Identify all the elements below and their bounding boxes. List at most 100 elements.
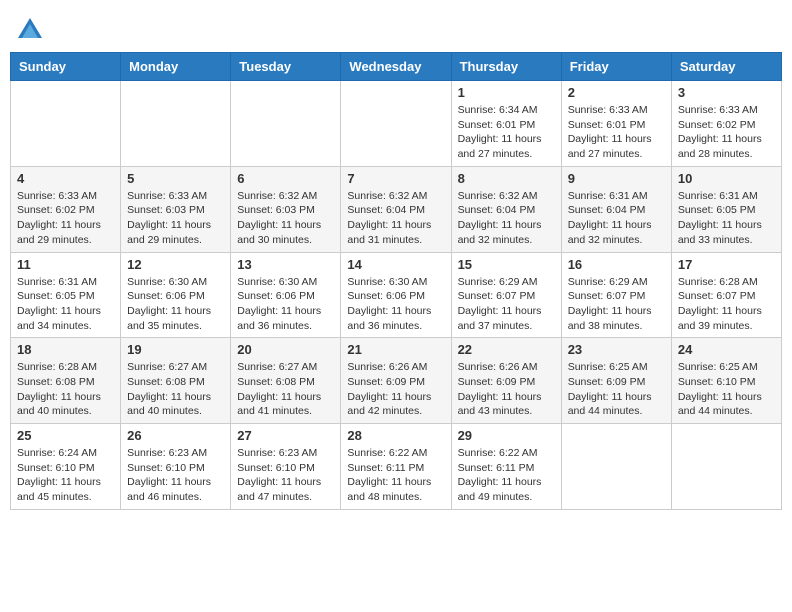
day-info: Sunrise: 6:32 AMSunset: 6:04 PMDaylight:… xyxy=(347,189,444,248)
calendar-cell: 22 Sunrise: 6:26 AMSunset: 6:09 PMDayligh… xyxy=(451,338,561,424)
calendar-cell: 9 Sunrise: 6:31 AMSunset: 6:04 PMDaylight… xyxy=(561,166,671,252)
day-number: 25 xyxy=(17,428,114,443)
calendar-cell: 24 Sunrise: 6:25 AMSunset: 6:10 PMDayligh… xyxy=(671,338,781,424)
calendar-cell: 4 Sunrise: 6:33 AMSunset: 6:02 PMDaylight… xyxy=(11,166,121,252)
day-number: 19 xyxy=(127,342,224,357)
day-number: 22 xyxy=(458,342,555,357)
day-info: Sunrise: 6:29 AMSunset: 6:07 PMDaylight:… xyxy=(568,275,665,334)
calendar-cell xyxy=(561,424,671,510)
logo xyxy=(14,16,44,44)
day-info: Sunrise: 6:28 AMSunset: 6:08 PMDaylight:… xyxy=(17,360,114,419)
day-info: Sunrise: 6:32 AMSunset: 6:04 PMDaylight:… xyxy=(458,189,555,248)
calendar-cell: 8 Sunrise: 6:32 AMSunset: 6:04 PMDaylight… xyxy=(451,166,561,252)
day-number: 14 xyxy=(347,257,444,272)
day-info: Sunrise: 6:24 AMSunset: 6:10 PMDaylight:… xyxy=(17,446,114,505)
calendar-cell: 27 Sunrise: 6:23 AMSunset: 6:10 PMDayligh… xyxy=(231,424,341,510)
day-info: Sunrise: 6:23 AMSunset: 6:10 PMDaylight:… xyxy=(237,446,334,505)
calendar-cell: 6 Sunrise: 6:32 AMSunset: 6:03 PMDaylight… xyxy=(231,166,341,252)
calendar-week-row: 11 Sunrise: 6:31 AMSunset: 6:05 PMDayligh… xyxy=(11,252,782,338)
calendar-cell xyxy=(121,81,231,167)
day-info: Sunrise: 6:33 AMSunset: 6:02 PMDaylight:… xyxy=(17,189,114,248)
day-number: 21 xyxy=(347,342,444,357)
day-info: Sunrise: 6:31 AMSunset: 6:04 PMDaylight:… xyxy=(568,189,665,248)
calendar-cell: 11 Sunrise: 6:31 AMSunset: 6:05 PMDayligh… xyxy=(11,252,121,338)
weekday-header-saturday: Saturday xyxy=(671,53,781,81)
day-info: Sunrise: 6:30 AMSunset: 6:06 PMDaylight:… xyxy=(127,275,224,334)
calendar-cell: 10 Sunrise: 6:31 AMSunset: 6:05 PMDayligh… xyxy=(671,166,781,252)
day-number: 4 xyxy=(17,171,114,186)
day-number: 5 xyxy=(127,171,224,186)
weekday-header-friday: Friday xyxy=(561,53,671,81)
weekday-header-sunday: Sunday xyxy=(11,53,121,81)
logo-icon xyxy=(16,16,44,44)
calendar-cell: 28 Sunrise: 6:22 AMSunset: 6:11 PMDayligh… xyxy=(341,424,451,510)
day-info: Sunrise: 6:30 AMSunset: 6:06 PMDaylight:… xyxy=(237,275,334,334)
calendar-cell: 18 Sunrise: 6:28 AMSunset: 6:08 PMDayligh… xyxy=(11,338,121,424)
day-info: Sunrise: 6:31 AMSunset: 6:05 PMDaylight:… xyxy=(678,189,775,248)
day-info: Sunrise: 6:32 AMSunset: 6:03 PMDaylight:… xyxy=(237,189,334,248)
day-number: 16 xyxy=(568,257,665,272)
day-number: 12 xyxy=(127,257,224,272)
calendar-cell: 20 Sunrise: 6:27 AMSunset: 6:08 PMDayligh… xyxy=(231,338,341,424)
weekday-header-monday: Monday xyxy=(121,53,231,81)
calendar-week-row: 1 Sunrise: 6:34 AMSunset: 6:01 PMDaylight… xyxy=(11,81,782,167)
calendar-week-row: 4 Sunrise: 6:33 AMSunset: 6:02 PMDaylight… xyxy=(11,166,782,252)
day-number: 26 xyxy=(127,428,224,443)
page-header xyxy=(10,10,782,44)
day-number: 29 xyxy=(458,428,555,443)
day-info: Sunrise: 6:27 AMSunset: 6:08 PMDaylight:… xyxy=(127,360,224,419)
calendar-cell xyxy=(341,81,451,167)
day-number: 24 xyxy=(678,342,775,357)
day-number: 17 xyxy=(678,257,775,272)
calendar-cell: 3 Sunrise: 6:33 AMSunset: 6:02 PMDaylight… xyxy=(671,81,781,167)
day-number: 20 xyxy=(237,342,334,357)
day-number: 9 xyxy=(568,171,665,186)
weekday-header-thursday: Thursday xyxy=(451,53,561,81)
calendar-cell: 21Sunrise: 6:26 AMSunset: 6:09 PMDayligh… xyxy=(341,338,451,424)
day-info: Sunrise: 6:26 AMSunset: 6:09 PMDaylight:… xyxy=(458,360,555,419)
calendar-cell xyxy=(231,81,341,167)
day-number: 11 xyxy=(17,257,114,272)
calendar-cell: 17 Sunrise: 6:28 AMSunset: 6:07 PMDayligh… xyxy=(671,252,781,338)
calendar-cell: 13 Sunrise: 6:30 AMSunset: 6:06 PMDayligh… xyxy=(231,252,341,338)
calendar-cell: 5 Sunrise: 6:33 AMSunset: 6:03 PMDaylight… xyxy=(121,166,231,252)
day-number: 10 xyxy=(678,171,775,186)
day-info: Sunrise: 6:29 AMSunset: 6:07 PMDaylight:… xyxy=(458,275,555,334)
day-info: Sunrise: 6:23 AMSunset: 6:10 PMDaylight:… xyxy=(127,446,224,505)
day-info: Sunrise: 6:34 AMSunset: 6:01 PMDaylight:… xyxy=(458,103,555,162)
calendar-cell: 14Sunrise: 6:30 AMSunset: 6:06 PMDayligh… xyxy=(341,252,451,338)
day-info: Sunrise: 6:22 AMSunset: 6:11 PMDaylight:… xyxy=(347,446,444,505)
day-number: 28 xyxy=(347,428,444,443)
calendar-cell: 25 Sunrise: 6:24 AMSunset: 6:10 PMDayligh… xyxy=(11,424,121,510)
calendar-cell: 29 Sunrise: 6:22 AMSunset: 6:11 PMDayligh… xyxy=(451,424,561,510)
calendar-cell: 26 Sunrise: 6:23 AMSunset: 6:10 PMDayligh… xyxy=(121,424,231,510)
day-number: 8 xyxy=(458,171,555,186)
calendar-week-row: 18 Sunrise: 6:28 AMSunset: 6:08 PMDayligh… xyxy=(11,338,782,424)
day-number: 1 xyxy=(458,85,555,100)
day-number: 18 xyxy=(17,342,114,357)
day-number: 15 xyxy=(458,257,555,272)
day-info: Sunrise: 6:33 AMSunset: 6:03 PMDaylight:… xyxy=(127,189,224,248)
calendar-cell: 7 Sunrise: 6:32 AMSunset: 6:04 PMDaylight… xyxy=(341,166,451,252)
day-number: 7 xyxy=(347,171,444,186)
day-number: 27 xyxy=(237,428,334,443)
day-info: Sunrise: 6:27 AMSunset: 6:08 PMDaylight:… xyxy=(237,360,334,419)
day-info: Sunrise: 6:25 AMSunset: 6:10 PMDaylight:… xyxy=(678,360,775,419)
calendar-cell: 1 Sunrise: 6:34 AMSunset: 6:01 PMDaylight… xyxy=(451,81,561,167)
weekday-header-tuesday: Tuesday xyxy=(231,53,341,81)
day-info: Sunrise: 6:33 AMSunset: 6:02 PMDaylight:… xyxy=(678,103,775,162)
calendar-cell xyxy=(671,424,781,510)
day-info: Sunrise: 6:25 AMSunset: 6:09 PMDaylight:… xyxy=(568,360,665,419)
day-number: 13 xyxy=(237,257,334,272)
weekday-header-wednesday: Wednesday xyxy=(341,53,451,81)
day-info: Sunrise: 6:22 AMSunset: 6:11 PMDaylight:… xyxy=(458,446,555,505)
calendar-cell: 23Sunrise: 6:25 AMSunset: 6:09 PMDayligh… xyxy=(561,338,671,424)
calendar-cell: 12 Sunrise: 6:30 AMSunset: 6:06 PMDayligh… xyxy=(121,252,231,338)
calendar-cell xyxy=(11,81,121,167)
day-number: 6 xyxy=(237,171,334,186)
day-info: Sunrise: 6:33 AMSunset: 6:01 PMDaylight:… xyxy=(568,103,665,162)
day-number: 3 xyxy=(678,85,775,100)
day-info: Sunrise: 6:31 AMSunset: 6:05 PMDaylight:… xyxy=(17,275,114,334)
day-info: Sunrise: 6:28 AMSunset: 6:07 PMDaylight:… xyxy=(678,275,775,334)
weekday-header-row: SundayMondayTuesdayWednesdayThursdayFrid… xyxy=(11,53,782,81)
